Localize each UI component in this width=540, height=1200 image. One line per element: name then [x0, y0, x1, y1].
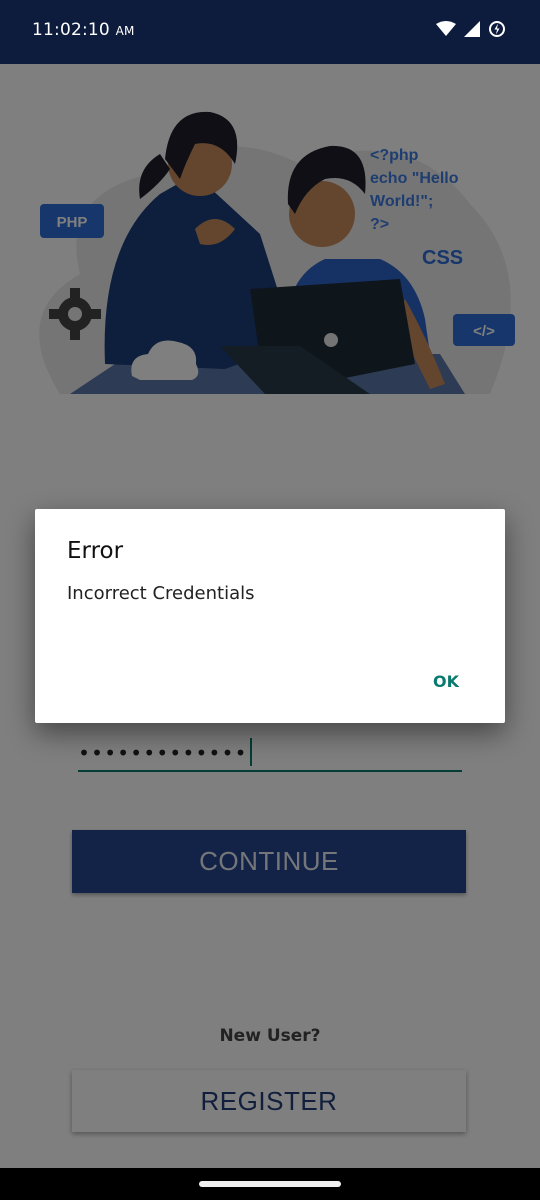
clock-time: 11:02:10	[32, 20, 110, 40]
status-icons	[436, 20, 506, 38]
home-gesture-handle[interactable]	[199, 1181, 341, 1187]
ok-button[interactable]: OK	[433, 672, 459, 691]
navigation-bar	[0, 1168, 540, 1200]
error-dialog: Error Incorrect Credentials OK	[35, 509, 505, 723]
cell-signal-icon	[464, 21, 480, 37]
battery-saver-icon	[489, 21, 505, 37]
dialog-message: Incorrect Credentials	[67, 583, 255, 604]
clock-ampm: AM	[115, 24, 135, 38]
wifi-icon	[436, 21, 456, 36]
status-time: 11:02:10 AM	[32, 20, 135, 40]
status-bar: 11:02:10 AM	[0, 0, 540, 64]
dialog-title: Error	[67, 538, 124, 564]
